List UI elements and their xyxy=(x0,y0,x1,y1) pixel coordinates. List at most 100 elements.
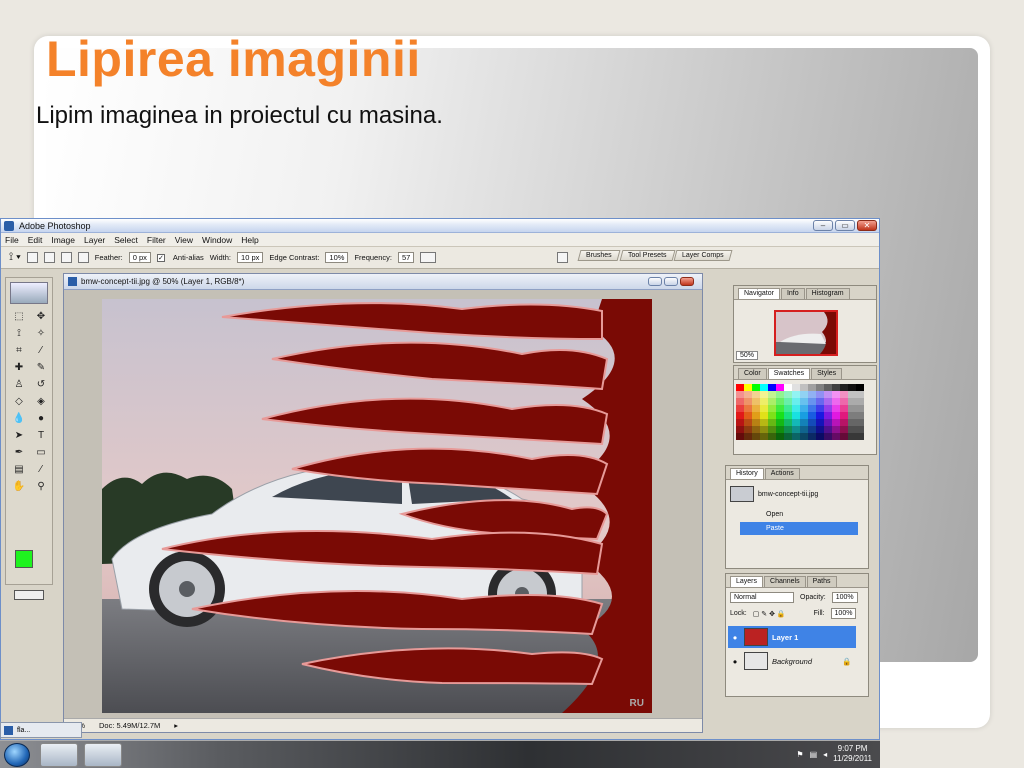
color-swatch[interactable] xyxy=(736,398,744,405)
navigator-thumbnail[interactable] xyxy=(774,310,838,356)
color-swatch[interactable] xyxy=(800,398,808,405)
color-swatch[interactable] xyxy=(792,419,800,426)
doc-close-button[interactable] xyxy=(680,277,694,286)
history-brush-icon[interactable]: ↺ xyxy=(33,378,49,392)
color-swatch[interactable] xyxy=(824,398,832,405)
color-swatch[interactable] xyxy=(760,391,768,398)
color-swatch[interactable] xyxy=(840,433,848,440)
color-swatch[interactable] xyxy=(736,412,744,419)
color-swatch[interactable] xyxy=(800,433,808,440)
quick-mask-icon[interactable] xyxy=(14,590,44,600)
color-swatch[interactable] xyxy=(824,384,832,391)
color-swatch[interactable] xyxy=(736,433,744,440)
color-swatch[interactable] xyxy=(768,398,776,405)
tab-channels[interactable]: Channels xyxy=(764,576,806,587)
color-swatch[interactable] xyxy=(784,391,792,398)
color-swatch[interactable] xyxy=(816,398,824,405)
status-arrow-icon[interactable]: ▸ xyxy=(174,721,178,730)
color-swatch[interactable] xyxy=(816,405,824,412)
add-selection-icon[interactable] xyxy=(43,252,55,263)
dodge-tool-icon[interactable]: ● xyxy=(33,412,49,426)
color-swatch[interactable] xyxy=(840,419,848,426)
restore-button[interactable]: ▭ xyxy=(835,220,855,231)
menu-select[interactable]: Select xyxy=(114,235,138,245)
color-swatch[interactable] xyxy=(856,419,864,426)
color-swatch[interactable] xyxy=(792,405,800,412)
color-swatch[interactable] xyxy=(784,433,792,440)
menu-view[interactable]: View xyxy=(175,235,193,245)
frequency-input[interactable]: 57 xyxy=(397,252,415,263)
color-swatch[interactable] xyxy=(848,412,856,419)
color-swatch[interactable] xyxy=(744,398,752,405)
color-swatch[interactable] xyxy=(752,426,760,433)
color-swatch[interactable] xyxy=(808,405,816,412)
color-swatch[interactable] xyxy=(824,419,832,426)
minimize-button[interactable]: – xyxy=(813,220,833,231)
color-swatch[interactable] xyxy=(776,426,784,433)
color-swatch[interactable] xyxy=(848,405,856,412)
color-swatch[interactable] xyxy=(856,391,864,398)
history-snapshot[interactable]: bmw-concept-tii.jpg xyxy=(730,484,818,504)
color-swatch[interactable] xyxy=(848,384,856,391)
taskbar-app-button[interactable] xyxy=(84,743,122,767)
color-swatch[interactable] xyxy=(768,405,776,412)
color-swatch[interactable] xyxy=(768,433,776,440)
color-swatch[interactable] xyxy=(832,426,840,433)
shape-tool-icon[interactable]: ▭ xyxy=(33,446,49,460)
color-swatch[interactable] xyxy=(848,391,856,398)
color-swatch[interactable] xyxy=(840,412,848,419)
color-swatch[interactable] xyxy=(808,426,816,433)
well-tab-layer-comps[interactable]: Layer Comps xyxy=(673,250,733,261)
color-swatch[interactable] xyxy=(784,405,792,412)
color-swatch[interactable] xyxy=(760,398,768,405)
color-swatch[interactable] xyxy=(736,419,744,426)
color-swatch[interactable] xyxy=(808,391,816,398)
color-swatch[interactable] xyxy=(856,426,864,433)
color-swatch[interactable] xyxy=(824,426,832,433)
flag-icon[interactable]: ⚑ xyxy=(796,750,803,759)
color-swatch[interactable] xyxy=(784,426,792,433)
color-swatch[interactable] xyxy=(816,419,824,426)
image-canvas[interactable]: RU xyxy=(102,299,652,713)
opacity-input[interactable]: 100% xyxy=(831,592,858,603)
color-swatch[interactable] xyxy=(776,433,784,440)
intersect-selection-icon[interactable] xyxy=(77,252,89,263)
well-tab-brushes[interactable]: Brushes xyxy=(577,250,621,261)
color-swatch[interactable] xyxy=(832,405,840,412)
feather-input[interactable]: 0 px xyxy=(128,252,151,263)
network-icon[interactable]: ▤ xyxy=(810,750,818,759)
color-swatch[interactable] xyxy=(744,405,752,412)
color-swatch[interactable] xyxy=(760,419,768,426)
color-swatch[interactable] xyxy=(840,384,848,391)
history-item-open[interactable]: Open xyxy=(740,508,858,521)
color-swatch[interactable] xyxy=(792,426,800,433)
color-swatch[interactable] xyxy=(752,398,760,405)
color-swatch[interactable] xyxy=(792,384,800,391)
color-swatch[interactable] xyxy=(808,398,816,405)
color-swatch[interactable] xyxy=(800,405,808,412)
visibility-eye-icon[interactable]: ● xyxy=(730,657,740,666)
color-swatch[interactable] xyxy=(736,405,744,412)
pen-pressure-icon[interactable] xyxy=(420,252,437,263)
color-swatch[interactable] xyxy=(784,419,792,426)
tab-styles[interactable]: Styles xyxy=(811,368,843,379)
color-swatch[interactable] xyxy=(744,433,752,440)
clock[interactable]: 9:07 PM 11/29/2011 xyxy=(833,744,872,764)
zoom-tool-icon[interactable]: ⚲ xyxy=(33,480,49,494)
color-swatch[interactable] xyxy=(808,419,816,426)
color-swatch[interactable] xyxy=(784,398,792,405)
blur-tool-icon[interactable]: 💧 xyxy=(11,412,27,426)
color-swatch[interactable] xyxy=(768,426,776,433)
color-swatch[interactable] xyxy=(832,419,840,426)
path-select-icon[interactable]: ➤ xyxy=(11,429,27,443)
move-tool-icon[interactable]: ✥ xyxy=(33,310,49,324)
color-swatch[interactable] xyxy=(760,433,768,440)
color-swatch[interactable] xyxy=(824,405,832,412)
width-input[interactable]: 10 px xyxy=(237,252,264,263)
navigator-zoom-input[interactable]: 50% xyxy=(736,351,759,360)
color-swatch[interactable] xyxy=(744,426,752,433)
color-swatch[interactable] xyxy=(752,391,760,398)
taskbar-mini-button[interactable]: fla... xyxy=(0,722,82,738)
color-swatch[interactable] xyxy=(792,391,800,398)
color-swatch[interactable] xyxy=(752,419,760,426)
